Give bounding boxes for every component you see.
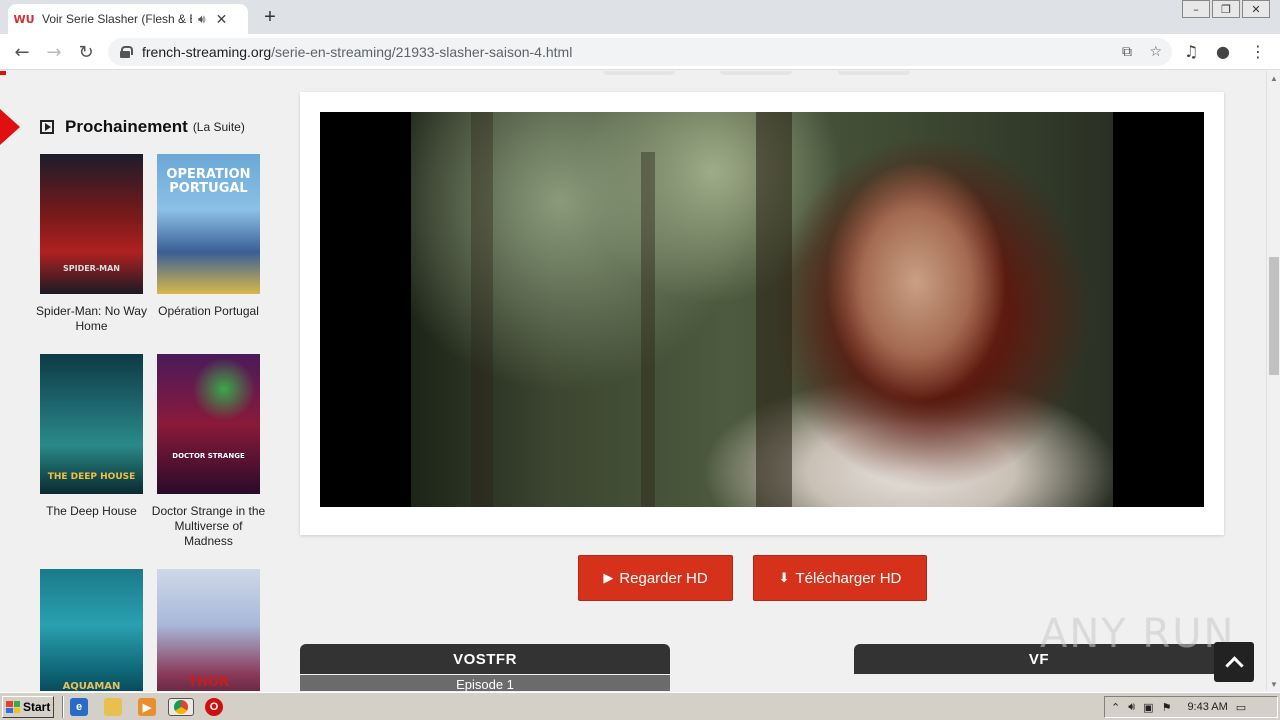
video-player-card (300, 92, 1224, 535)
sidebar-title: Prochainement (65, 117, 188, 136)
red-section-marker (0, 109, 20, 145)
opera-icon[interactable]: O (205, 698, 223, 716)
poster-caption[interactable]: Opération Portugal (150, 304, 267, 319)
media-control-icon[interactable]: ♫ (1184, 42, 1198, 61)
bookmark-star-icon[interactable]: ☆ (1149, 44, 1162, 60)
poster-art-text: SPIDER-MAN (62, 264, 121, 273)
window-controls: – ❐ ✕ (1182, 0, 1270, 18)
close-window-button[interactable]: ✕ (1242, 0, 1270, 18)
poster-art-text: DOCTOR STRANGE (172, 452, 245, 460)
folder-icon[interactable] (104, 698, 122, 716)
blocked-popup-icon[interactable]: ⧉ (1122, 44, 1132, 60)
scroll-down-arrow-icon[interactable]: ▼ (1267, 677, 1280, 691)
video-scenery (471, 112, 493, 507)
restore-button[interactable]: ❐ (1212, 0, 1240, 18)
anyrun-watermark: ANY RUN (1040, 611, 1236, 657)
internet-explorer-icon[interactable]: e (70, 698, 88, 716)
scroll-up-arrow-icon[interactable]: ▲ (1267, 71, 1280, 85)
tab-title: Voir Serie Slasher (Flesh & Blood (42, 12, 192, 26)
download-icon: ⬇ (778, 570, 790, 586)
video-player[interactable] (320, 112, 1204, 507)
poster-art-text: AQUAMAN (62, 681, 121, 691)
browser-toolbar: ← → ↻ french-streaming.org/serie-en-stre… (0, 34, 1280, 70)
video-scenery (641, 152, 655, 507)
video-frame[interactable] (411, 112, 1113, 507)
chrome-icon[interactable] (168, 698, 194, 716)
video-scenery (756, 112, 792, 507)
sidebar-subtitle: (La Suite) (192, 120, 245, 134)
poster-caption[interactable]: The Deep House (33, 504, 150, 519)
top-nav-pill[interactable] (838, 71, 910, 75)
scroll-thumb[interactable] (1269, 257, 1279, 375)
sidebar-heading: Prochainement (La Suite) (40, 117, 245, 137)
address-bar[interactable]: french-streaming.org/serie-en-streaming/… (108, 38, 1172, 66)
volume-icon[interactable]: 🔊︎ (1128, 700, 1135, 714)
poster-the-deep-house[interactable]: THE DEEP HOUSE (40, 354, 143, 494)
poster-thor[interactable]: THOR (157, 569, 260, 691)
profile-avatar-icon[interactable]: ● (1216, 42, 1230, 61)
site-favicon-icon: WU (13, 12, 35, 26)
clock: 9:43 AM (1187, 701, 1228, 713)
url-text: french-streaming.org/serie-en-streaming/… (142, 44, 573, 60)
page-content: Prochainement (La Suite) SPIDER-MAN Spid… (0, 71, 1266, 691)
windows-logo-icon (6, 701, 20, 713)
windows-taskbar: Start e ▶ O ⌃ 🔊︎ ▣ ⚑ 9:43 AM ▭ (0, 692, 1280, 720)
minimize-button[interactable]: – (1182, 0, 1210, 18)
download-hd-label: Télécharger HD (795, 569, 902, 587)
episode-link[interactable]: Episode 1 (300, 675, 670, 691)
poster-art-text: THOR (188, 675, 229, 690)
poster-art-text: THE DEEP HOUSE (47, 472, 136, 482)
browser-tabbar: WU Voir Serie Slasher (Flesh & Blood 🔊︎ … (0, 0, 1280, 34)
back-to-top-button[interactable] (1214, 642, 1254, 682)
poster-aquaman[interactable]: AQUAMAN (40, 569, 143, 691)
top-nav-pill[interactable] (720, 71, 792, 75)
show-desktop-icon[interactable]: ▭ (1236, 701, 1246, 714)
play-icon: ▶ (603, 570, 614, 586)
taskbar-separator (62, 696, 64, 718)
network-icon[interactable]: ▣ (1143, 701, 1153, 714)
poster-operation-portugal[interactable]: OPERATION PORTUGAL (157, 154, 260, 294)
start-button[interactable]: Start (2, 696, 54, 718)
start-label: Start (23, 700, 51, 714)
menu-kebab-icon[interactable]: ⋮ (1250, 42, 1266, 61)
media-player-icon[interactable]: ▶ (138, 698, 156, 716)
red-accent-top (0, 71, 6, 75)
tray-expand-icon[interactable]: ⌃ (1111, 701, 1120, 714)
vostfr-header: VOSTFR (300, 644, 670, 674)
poster-spider-man[interactable]: SPIDER-MAN (40, 154, 143, 294)
watch-hd-button[interactable]: ▶ Regarder HD (578, 555, 733, 601)
close-tab-icon[interactable]: ✕ (216, 11, 228, 28)
forward-icon[interactable]: → (42, 40, 66, 64)
top-nav-pill[interactable] (603, 71, 675, 75)
poster-caption[interactable]: Doctor Strange in the Multiverse of Madn… (150, 504, 267, 549)
play-square-icon (40, 120, 54, 134)
page-scrollbar[interactable]: ▲ ▼ (1266, 71, 1280, 691)
new-tab-button[interactable]: + (258, 4, 282, 30)
poster-art-text: OPERATION PORTUGAL (166, 167, 251, 196)
poster-caption[interactable]: Spider-Man: No Way Home (33, 304, 150, 334)
browser-tab[interactable]: WU Voir Serie Slasher (Flesh & Blood 🔊︎ … (8, 4, 248, 34)
back-icon[interactable]: ← (10, 40, 34, 64)
download-hd-button[interactable]: ⬇ Télécharger HD (753, 555, 927, 601)
action-center-flag-icon[interactable]: ⚑ (1162, 701, 1172, 714)
watch-hd-label: Regarder HD (619, 569, 708, 587)
reload-icon[interactable]: ↻ (74, 40, 98, 64)
speaker-icon[interactable]: 🔊︎ (198, 12, 206, 27)
poster-doctor-strange[interactable]: DOCTOR STRANGE (157, 354, 260, 494)
lock-icon[interactable] (120, 46, 133, 58)
system-tray: ⌃ 🔊︎ ▣ ⚑ 9:43 AM ▭ (1104, 696, 1278, 718)
